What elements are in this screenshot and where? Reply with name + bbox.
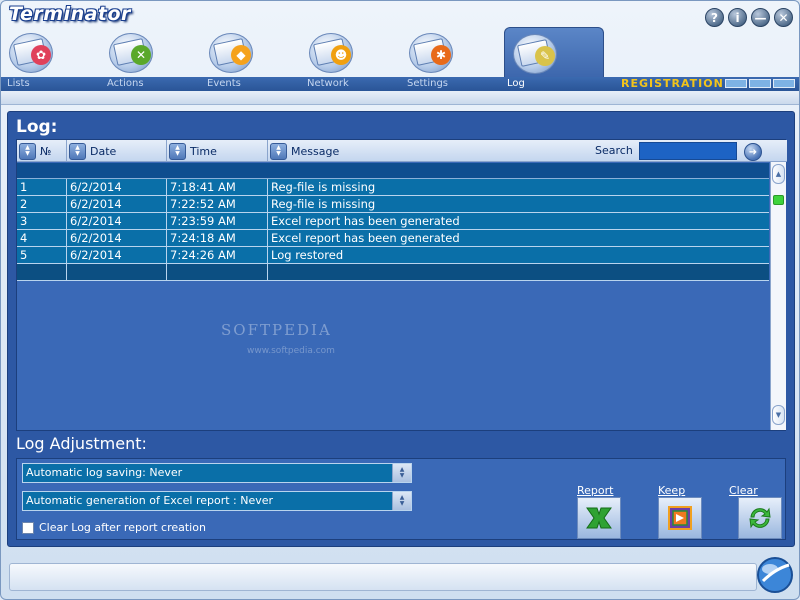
toolbar-item-actions[interactable]: ✕ bbox=[101, 27, 201, 77]
lists-icon: ✿ bbox=[7, 29, 61, 75]
table-row[interactable]: 4 6/2/2014 7:24:18 AM Excel report has b… bbox=[17, 230, 769, 247]
toolbar-item-log[interactable]: ✎ bbox=[504, 27, 604, 77]
toolbar-item-lists[interactable]: ✿ bbox=[1, 27, 101, 77]
search-input[interactable] bbox=[639, 142, 737, 160]
tab-log[interactable]: Log bbox=[507, 77, 525, 90]
column-message[interactable]: ▲ ▼ Message bbox=[268, 140, 578, 162]
toolbar-item-settings[interactable]: ✱ bbox=[401, 27, 501, 77]
watermark-url: www.softpedia.com bbox=[247, 346, 335, 356]
log-grid: ▲ ▼ № ▲ ▼ Date ▲ ▼ Time ▲ ▼ Message Search ➜ bbox=[16, 139, 787, 431]
adjustment-title: Log Adjustment: bbox=[16, 434, 147, 453]
clear-after-report-row[interactable]: Clear Log after report creation bbox=[22, 521, 206, 534]
keep-icon bbox=[668, 506, 692, 530]
spin-icon[interactable]: ▲ ▼ bbox=[392, 492, 411, 510]
auto-saving-select[interactable]: Automatic log saving: Never ▲ ▼ bbox=[22, 463, 412, 483]
app-title: Terminator bbox=[9, 3, 131, 25]
search-go-icon[interactable]: ➜ bbox=[744, 143, 762, 161]
toolbar-item-events[interactable]: ◆ bbox=[201, 27, 301, 77]
clear-button[interactable] bbox=[738, 497, 782, 539]
help-button[interactable]: ? bbox=[705, 8, 724, 27]
scroll-down-icon[interactable]: ▼ bbox=[772, 405, 785, 425]
scroll-up-icon[interactable]: ▲ bbox=[772, 164, 785, 184]
tab-settings[interactable]: Settings bbox=[407, 77, 448, 90]
spin-icon[interactable]: ▲ ▼ bbox=[392, 464, 411, 482]
excel-icon bbox=[586, 507, 612, 529]
tab-lists[interactable]: Lists bbox=[7, 77, 30, 90]
refresh-icon bbox=[749, 507, 771, 529]
log-panel: Log: ▲▼ № ▲▼ Date ▲▼ Time ▲▼ Message bbox=[7, 111, 795, 547]
auto-excel-select[interactable]: Automatic generation of Excel report : N… bbox=[22, 491, 412, 511]
registration-indicator bbox=[725, 79, 795, 88]
sort-icon[interactable]: ▲ ▼ bbox=[270, 142, 287, 160]
actions-icon: ✕ bbox=[107, 29, 161, 75]
table-row[interactable]: 2 6/2/2014 7:22:52 AM Reg-file is missin… bbox=[17, 196, 769, 213]
network-icon: ☻ bbox=[307, 29, 361, 75]
toolbar-labels: Lists Actions Events Network Settings Lo… bbox=[1, 77, 799, 91]
toolbar-item-network[interactable]: ☻ bbox=[301, 27, 401, 77]
grid-header: ▲ ▼ № ▲ ▼ Date ▲ ▼ Time ▲ ▼ Message Search ➜ bbox=[17, 140, 787, 162]
sort-icon[interactable]: ▲ ▼ bbox=[69, 142, 86, 160]
filter-row[interactable] bbox=[17, 163, 769, 179]
watermark: SOFTPEDIA bbox=[221, 321, 332, 339]
report-button[interactable] bbox=[577, 497, 621, 539]
log-rows: 1 6/2/2014 7:18:41 AM Reg-file is missin… bbox=[17, 179, 769, 281]
window-controls: ? i — ✕ bbox=[705, 8, 793, 27]
log-icon: ✎ bbox=[511, 30, 565, 76]
log-adjustment-panel: Automatic log saving: Never ▲ ▼ Automatic… bbox=[16, 458, 786, 540]
column-time[interactable]: ▲ ▼ Time bbox=[167, 140, 268, 162]
toolbar-divider bbox=[1, 91, 799, 105]
keep-label[interactable]: Keep bbox=[658, 484, 685, 497]
table-row[interactable]: 3 6/2/2014 7:23:59 AM Excel report has b… bbox=[17, 213, 769, 230]
sort-icon[interactable]: ▲ ▼ bbox=[19, 142, 36, 160]
tab-actions[interactable]: Actions bbox=[107, 77, 144, 90]
app-logo-icon bbox=[755, 551, 795, 595]
table-row[interactable]: 5 6/2/2014 7:24:26 AM Log restored bbox=[17, 247, 769, 264]
table-row-new[interactable] bbox=[17, 264, 769, 281]
settings-icon: ✱ bbox=[407, 29, 461, 75]
minimize-button[interactable]: — bbox=[751, 8, 770, 27]
sort-icon[interactable]: ▲ ▼ bbox=[169, 142, 186, 160]
table-row[interactable]: 1 6/2/2014 7:18:41 AM Reg-file is missin… bbox=[17, 179, 769, 196]
report-label[interactable]: Report bbox=[577, 484, 613, 497]
scroll-thumb[interactable] bbox=[773, 195, 784, 205]
clear-label[interactable]: Clear bbox=[729, 484, 758, 497]
info-button[interactable]: i bbox=[728, 8, 747, 27]
main-toolbar: ✿ ✕ ◆ ☻ ✱ ✎ bbox=[1, 27, 799, 77]
tab-network[interactable]: Network bbox=[307, 77, 349, 90]
keep-button[interactable] bbox=[658, 497, 702, 539]
registration-link[interactable]: REGISTRATION bbox=[621, 77, 724, 90]
clear-after-report-checkbox[interactable] bbox=[22, 521, 34, 534]
app-window: Terminator ? i — ✕ ✿ ✕ ◆ ☻ ✱ ✎ Lists Act… bbox=[0, 0, 800, 600]
column-date[interactable]: ▲ ▼ Date bbox=[67, 140, 167, 162]
status-bar bbox=[9, 563, 757, 591]
tab-events[interactable]: Events bbox=[207, 77, 241, 90]
close-button[interactable]: ✕ bbox=[774, 8, 793, 27]
log-scrollbar[interactable]: ▲ ▼ bbox=[770, 162, 786, 430]
column-number[interactable]: ▲ ▼ № bbox=[17, 140, 67, 162]
log-title: Log: bbox=[16, 117, 58, 137]
search-label: Search bbox=[595, 144, 633, 157]
events-icon: ◆ bbox=[207, 29, 261, 75]
